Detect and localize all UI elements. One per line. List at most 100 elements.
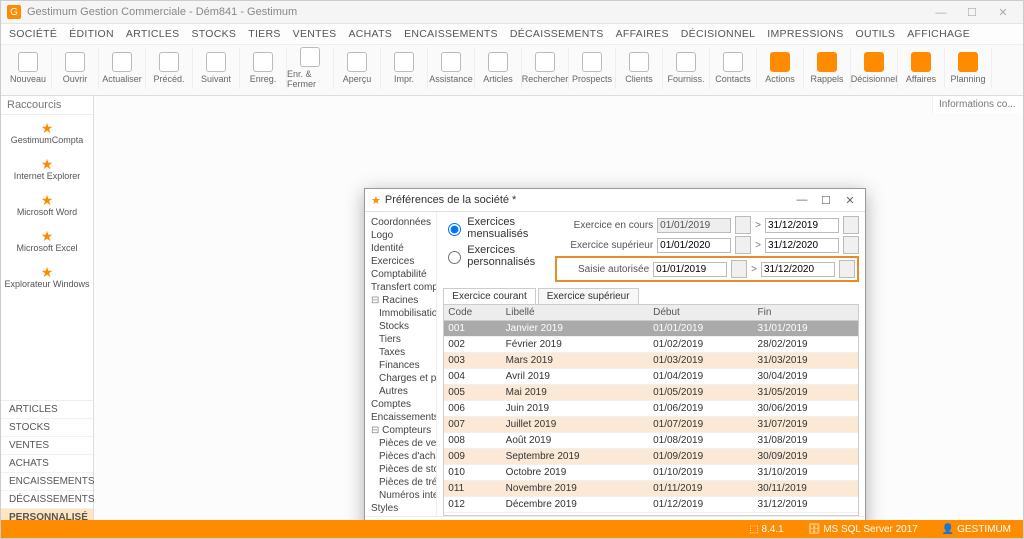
ribbon-btn[interactable]: Assistance: [428, 47, 475, 89]
menu-item[interactable]: STOCKS: [191, 28, 236, 40]
ribbon-btn[interactable]: Ouvrir: [52, 47, 99, 89]
calendar-icon[interactable]: [735, 216, 751, 234]
tree-node[interactable]: Logo: [369, 229, 432, 242]
preferences-tree[interactable]: CoordonnéesLogoIdentitéExercicesComptabi…: [365, 212, 437, 516]
table-row[interactable]: 011Novembre 201901/11/201930/11/2019: [444, 481, 858, 497]
tree-node[interactable]: Taxes: [369, 346, 432, 359]
minimize-icon[interactable]: —: [927, 7, 955, 19]
tree-node[interactable]: Immobilisations: [369, 307, 432, 320]
ribbon-btn[interactable]: Affaires: [898, 47, 945, 89]
tree-node[interactable]: Encaissements: [369, 411, 432, 424]
dialog-maximize-icon[interactable]: ☐: [817, 194, 835, 207]
tree-node[interactable]: Transfert comptable: [369, 281, 432, 294]
table-row[interactable]: 009Septembre 201901/09/201930/09/2019: [444, 449, 858, 465]
ribbon-btn[interactable]: Suivant: [193, 47, 240, 89]
ribbon-btn[interactable]: Clients: [616, 47, 663, 89]
tree-node[interactable]: Styles: [369, 502, 432, 515]
menu-item[interactable]: AFFICHAGE: [907, 28, 970, 40]
col-header[interactable]: Code: [444, 305, 501, 321]
radio-mensualises[interactable]: Exercices mensualisés: [443, 216, 535, 240]
sidebar-category[interactable]: DÉCAISSEMENTS: [1, 491, 93, 509]
menu-item[interactable]: DÉCISIONNEL: [681, 28, 755, 40]
ribbon-btn[interactable]: Décisionnel: [851, 47, 898, 89]
ribbon-btn[interactable]: Nouveau: [5, 47, 52, 89]
tree-node[interactable]: Pièces de trésorerie: [369, 476, 432, 489]
table-row[interactable]: 002Février 201901/02/201928/02/2019: [444, 337, 858, 353]
window-controls[interactable]: — ☐ ✕: [927, 6, 1017, 19]
menu-item[interactable]: ACHATS: [348, 28, 392, 40]
ribbon[interactable]: NouveauOuvrirActualiserPrécéd.SuivantEnr…: [1, 45, 1023, 96]
tree-node[interactable]: Compteurs: [369, 424, 432, 437]
calendar-icon[interactable]: [843, 216, 859, 234]
shortcut-item[interactable]: ★Microsoft Excel: [1, 223, 93, 259]
date-to[interactable]: [765, 218, 839, 233]
menu-item[interactable]: ENCAISSEMENTS: [404, 28, 498, 40]
ribbon-btn[interactable]: Actions: [757, 47, 804, 89]
maximize-icon[interactable]: ☐: [958, 6, 986, 19]
tree-node[interactable]: Pièces d'achat: [369, 450, 432, 463]
periods-grid[interactable]: CodeLibelléDébutFin001Janvier 201901/01/…: [443, 304, 859, 516]
sidebar-category[interactable]: ENCAISSEMENTS: [1, 473, 93, 491]
ribbon-btn[interactable]: Aperçu: [334, 47, 381, 89]
table-row[interactable]: 001Janvier 201901/01/201931/01/2019: [444, 321, 858, 337]
menu-item[interactable]: SOCIÉTÉ: [9, 28, 57, 40]
close-icon[interactable]: ✕: [989, 6, 1017, 19]
table-row[interactable]: 008Août 201901/08/201931/08/2019: [444, 433, 858, 449]
dialog-minimize-icon[interactable]: —: [793, 194, 811, 207]
table-row[interactable]: 010Octobre 201901/10/201931/10/2019: [444, 465, 858, 481]
table-row[interactable]: 005Mai 201901/05/201931/05/2019: [444, 385, 858, 401]
sidebar-category[interactable]: VENTES: [1, 437, 93, 455]
sidebar-category[interactable]: ACHATS: [1, 455, 93, 473]
table-row[interactable]: 007Juillet 201901/07/201931/07/2019: [444, 417, 858, 433]
tree-node[interactable]: Exercices: [369, 255, 432, 268]
ribbon-btn[interactable]: Planning: [945, 47, 992, 89]
menu-item[interactable]: DÉCAISSEMENTS: [510, 28, 604, 40]
date-from[interactable]: [657, 218, 731, 233]
table-row[interactable]: 004Avril 201901/04/201930/04/2019: [444, 369, 858, 385]
date-from[interactable]: [653, 262, 727, 277]
tree-node[interactable]: Pièces de stock: [369, 463, 432, 476]
sidebar-category[interactable]: STOCKS: [1, 419, 93, 437]
shortcut-item[interactable]: ★GestimumCompta: [1, 115, 93, 151]
menu-item[interactable]: IMPRESSIONS: [767, 28, 843, 40]
calendar-icon[interactable]: [735, 236, 751, 254]
date-to[interactable]: [765, 238, 839, 253]
tree-node[interactable]: Coordonnées: [369, 216, 432, 229]
ribbon-btn[interactable]: Prospects: [569, 47, 616, 89]
tree-node[interactable]: Autres: [369, 385, 432, 398]
col-header[interactable]: Libellé: [502, 305, 649, 321]
ribbon-btn[interactable]: Actualiser: [99, 47, 146, 89]
tree-node[interactable]: Pièces de vente: [369, 437, 432, 450]
tree-node[interactable]: Stocks: [369, 320, 432, 333]
shortcut-item[interactable]: ★Internet Explorer: [1, 151, 93, 187]
tree-node[interactable]: Tiers: [369, 333, 432, 346]
tree-node[interactable]: Numéros internes: [369, 489, 432, 502]
calendar-icon[interactable]: [731, 260, 747, 278]
tree-node[interactable]: Finances: [369, 359, 432, 372]
ribbon-btn[interactable]: Enr. & Fermer: [287, 47, 334, 89]
ribbon-btn[interactable]: Articles: [475, 47, 522, 89]
menu-item[interactable]: ARTICLES: [126, 28, 180, 40]
ribbon-btn[interactable]: Fourniss.: [663, 47, 710, 89]
radio-personnalises[interactable]: Exercices personnalisés: [443, 244, 535, 268]
tree-node[interactable]: Identité: [369, 242, 432, 255]
ribbon-btn[interactable]: Contacts: [710, 47, 757, 89]
shortcut-item[interactable]: ★Microsoft Word: [1, 187, 93, 223]
menu-item[interactable]: OUTILS: [856, 28, 896, 40]
col-header[interactable]: Fin: [754, 305, 858, 321]
tree-node[interactable]: Charges et produits: [369, 372, 432, 385]
ribbon-btn[interactable]: Rappels: [804, 47, 851, 89]
tree-node[interactable]: Racines: [369, 294, 432, 307]
tab[interactable]: Exercice supérieur: [538, 288, 639, 304]
ribbon-btn[interactable]: Impr.: [381, 47, 428, 89]
menu-item[interactable]: VENTES: [293, 28, 337, 40]
tree-node[interactable]: Comptes: [369, 398, 432, 411]
col-header[interactable]: Début: [649, 305, 753, 321]
ribbon-btn[interactable]: Enreg.: [240, 47, 287, 89]
ribbon-btn[interactable]: Précéd.: [146, 47, 193, 89]
sidebar-category[interactable]: ARTICLES: [1, 401, 93, 419]
shortcut-item[interactable]: ★Explorateur Windows: [1, 259, 93, 295]
calendar-icon[interactable]: [839, 260, 855, 278]
menu-item[interactable]: TIERS: [248, 28, 280, 40]
calendar-icon[interactable]: [843, 236, 859, 254]
